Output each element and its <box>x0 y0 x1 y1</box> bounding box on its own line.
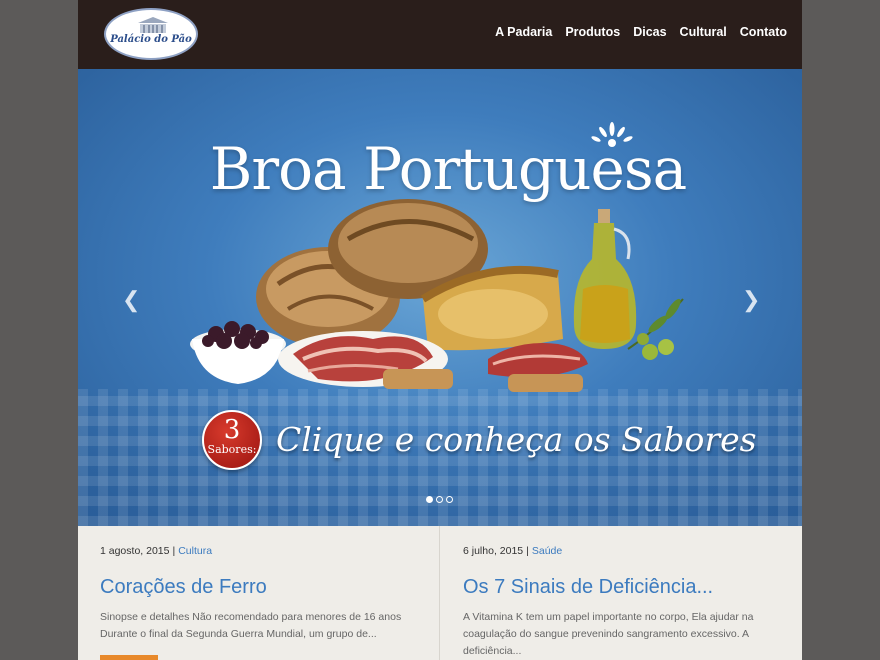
site-header: Palácio do Pão A Padaria Produtos Dicas … <box>78 0 802 69</box>
post-category-link[interactable]: Cultura <box>178 545 212 557</box>
post-date: 6 julho, 2015 <box>463 545 524 557</box>
prev-slide-arrow-icon[interactable]: ❮ <box>122 287 140 313</box>
badge-number: 3 <box>223 415 241 445</box>
slider-dot-3[interactable] <box>446 496 453 503</box>
post-category-link[interactable]: Saúde <box>532 545 562 557</box>
post-date: 1 agosto, 2015 <box>100 545 170 557</box>
post-excerpt: Sinopse e detalhes Não recomendado para … <box>100 611 402 640</box>
post-meta: 6 julho, 2015 | Saúde <box>463 545 780 557</box>
nav-item-cultural[interactable]: Cultural <box>680 25 727 39</box>
post-meta: 1 agosto, 2015 | Cultura <box>100 545 417 557</box>
page: Palácio do Pão A Padaria Produtos Dicas … <box>78 0 802 660</box>
hero-cta-link[interactable]: Clique e conheça os Sabores <box>276 420 757 459</box>
post-card: 6 julho, 2015 | Saúde Os 7 Sinais de Defic… <box>441 526 802 660</box>
slider-dot-2[interactable] <box>436 496 443 503</box>
post-title-link[interactable]: Corações de Ferro <box>100 576 417 599</box>
post-title-link[interactable]: Os 7 Sinais de Deficiência... <box>463 576 780 599</box>
logo-text: Palácio do Pão <box>110 34 192 45</box>
badge-label: Sabores: <box>207 443 257 456</box>
hero-slider[interactable]: Broa Portuguesa ❮ ❯ 3 Sabores: Clique e … <box>78 69 802 526</box>
flavors-badge: 3 Sabores: <box>202 410 262 470</box>
slider-pagination <box>426 496 453 503</box>
site-logo[interactable]: Palácio do Pão <box>104 8 198 60</box>
bread-and-food-image <box>190 199 684 392</box>
palace-icon <box>138 17 168 33</box>
slider-dot-1[interactable] <box>426 496 433 503</box>
nav-item-dicas[interactable]: Dicas <box>633 25 666 39</box>
post-excerpt: A Vitamina K tem um papel importante no … <box>463 611 754 657</box>
read-more-button[interactable] <box>100 655 158 660</box>
main-nav: A Padaria Produtos Dicas Cultural Contat… <box>495 25 787 39</box>
meta-separator: | <box>172 545 176 557</box>
nav-item-contato[interactable]: Contato <box>740 25 787 39</box>
next-slide-arrow-icon[interactable]: ❯ <box>742 287 760 313</box>
nav-item-produtos[interactable]: Produtos <box>565 25 620 39</box>
meta-separator: | <box>526 545 529 557</box>
nav-item-a-padaria[interactable]: A Padaria <box>495 25 552 39</box>
recent-posts: 1 agosto, 2015 | Cultura Corações de Ferro… <box>78 526 802 660</box>
post-card: 1 agosto, 2015 | Cultura Corações de Ferro… <box>78 526 440 660</box>
